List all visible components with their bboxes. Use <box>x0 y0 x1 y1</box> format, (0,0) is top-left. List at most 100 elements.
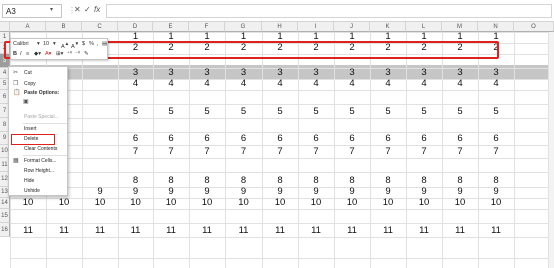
cell[interactable]: 4 <box>298 78 334 90</box>
row-header-15[interactable]: 15 <box>0 209 10 223</box>
cell[interactable]: 11 <box>118 223 153 237</box>
cell[interactable]: 4 <box>370 78 406 90</box>
cell[interactable]: 5 <box>118 104 153 118</box>
cell[interactable]: 11 <box>298 223 334 237</box>
cell[interactable]: 8 <box>153 172 189 187</box>
font-name-box[interactable]: Calibri <box>13 41 29 47</box>
cell[interactable]: 4 <box>153 78 189 90</box>
cell[interactable]: 6 <box>406 132 442 145</box>
cell[interactable]: 7 <box>153 145 189 158</box>
cell[interactable]: 11 <box>406 223 442 237</box>
percent-icon[interactable]: % <box>89 41 94 47</box>
cell[interactable]: 7 <box>189 145 225 158</box>
fx-icon[interactable]: fx <box>94 5 100 14</box>
borders-icon[interactable]: ⊞▾ <box>56 51 63 57</box>
cell[interactable]: 5 <box>334 104 370 118</box>
decrease-decimal-icon[interactable]: ⁻⁰ <box>75 51 80 57</box>
cell[interactable]: 5 <box>442 104 478 118</box>
cell[interactable]: 6 <box>370 132 406 145</box>
increase-decimal-icon[interactable]: ⁺⁰ <box>67 51 72 57</box>
chevron-down-icon[interactable]: ▾ <box>37 41 40 47</box>
cell[interactable]: 10 <box>478 197 514 209</box>
cell[interactable]: 7 <box>406 145 442 158</box>
cell[interactable]: 5 <box>406 104 442 118</box>
comma-style-icon[interactable]: , <box>97 41 99 47</box>
cell[interactable]: 4 <box>442 78 478 90</box>
chevron-down-icon[interactable]: ▾ <box>53 41 56 47</box>
cell[interactable]: 5 <box>189 104 225 118</box>
menu-item-paste-special[interactable]: Paste Special... <box>9 113 67 122</box>
cell[interactable]: 11 <box>10 223 46 237</box>
cell[interactable]: 8 <box>334 172 370 187</box>
cell[interactable]: 5 <box>370 104 406 118</box>
cell[interactable]: 11 <box>225 223 262 237</box>
cell[interactable]: 10 <box>442 197 478 209</box>
clear-icon[interactable]: ✎ <box>84 51 89 57</box>
cell[interactable]: 10 <box>189 197 225 209</box>
cell[interactable]: 8 <box>478 172 514 187</box>
cell[interactable]: 8 <box>189 172 225 187</box>
menu-item-unhide[interactable]: Unhide <box>9 187 67 196</box>
cell[interactable]: 10 <box>153 197 189 209</box>
cell[interactable]: 8 <box>262 172 298 187</box>
cell[interactable]: 6 <box>298 132 334 145</box>
cell[interactable]: 8 <box>118 172 153 187</box>
menu-item-row-height[interactable]: Row Height... <box>9 167 67 176</box>
align-center-icon[interactable]: ≡ <box>26 51 29 57</box>
cell[interactable]: 7 <box>478 145 514 158</box>
cell[interactable]: 6 <box>153 132 189 145</box>
menu-item-clear-contents[interactable]: Clear Contents <box>9 145 67 154</box>
row-header-16[interactable]: 16 <box>0 223 10 237</box>
cell[interactable]: 8 <box>225 172 262 187</box>
cell[interactable]: 6 <box>442 132 478 145</box>
cell[interactable]: 10 <box>82 197 118 209</box>
cell[interactable]: 7 <box>262 145 298 158</box>
cell[interactable]: 10 <box>406 197 442 209</box>
cell[interactable]: 6 <box>262 132 298 145</box>
cell[interactable]: 4 <box>225 78 262 90</box>
cell[interactable]: 7 <box>118 145 153 158</box>
cell[interactable]: 10 <box>334 197 370 209</box>
cell[interactable]: 4 <box>334 78 370 90</box>
menu-item-format-cells[interactable]: ▦ Format Cells... <box>9 157 67 166</box>
cell[interactable]: 10 <box>10 197 46 209</box>
cell[interactable]: 10 <box>225 197 262 209</box>
cell[interactable]: 7 <box>334 145 370 158</box>
increase-font-icon[interactable]: A▲ <box>61 41 69 50</box>
fill-color-icon[interactable]: ◆▾ <box>34 51 41 57</box>
decrease-font-icon[interactable]: A▼ <box>71 41 79 50</box>
cell[interactable]: 4 <box>478 78 514 90</box>
cell[interactable]: 8 <box>406 172 442 187</box>
column-header-o[interactable]: O <box>514 22 554 32</box>
cell[interactable]: 7 <box>298 145 334 158</box>
cell[interactable]: 5 <box>478 104 514 118</box>
cell[interactable]: 6 <box>189 132 225 145</box>
cell[interactable]: 5 <box>225 104 262 118</box>
cell[interactable]: 4 <box>262 78 298 90</box>
cell[interactable]: 5 <box>298 104 334 118</box>
font-size-box[interactable]: 10 <box>43 41 49 47</box>
cell[interactable]: 10 <box>370 197 406 209</box>
cell[interactable]: 11 <box>46 223 82 237</box>
cell[interactable]: 11 <box>442 223 478 237</box>
currency-icon[interactable]: $ <box>82 41 85 47</box>
menu-item-cut[interactable]: ✂ Cut <box>9 69 67 78</box>
cell[interactable]: 11 <box>334 223 370 237</box>
select-all-corner[interactable] <box>0 22 10 32</box>
cell[interactable]: 7 <box>225 145 262 158</box>
menu-item-hide[interactable]: Hide <box>9 177 67 186</box>
bold-button[interactable]: B <box>13 51 17 57</box>
cell[interactable]: 6 <box>118 132 153 145</box>
cell[interactable]: 6 <box>478 132 514 145</box>
cell[interactable]: 11 <box>262 223 298 237</box>
cell[interactable]: 11 <box>478 223 514 237</box>
cancel-icon[interactable]: ✕ <box>74 5 81 14</box>
cell[interactable]: 11 <box>189 223 225 237</box>
paste-option-button[interactable]: ▣ <box>9 98 67 107</box>
cell[interactable]: 11 <box>153 223 189 237</box>
vertical-scrollbar[interactable] <box>548 32 554 268</box>
cell[interactable]: 8 <box>442 172 478 187</box>
italic-button[interactable]: I <box>20 51 22 57</box>
column-header-b[interactable]: B <box>46 22 82 32</box>
row-header-14[interactable]: 14 <box>0 198 10 209</box>
